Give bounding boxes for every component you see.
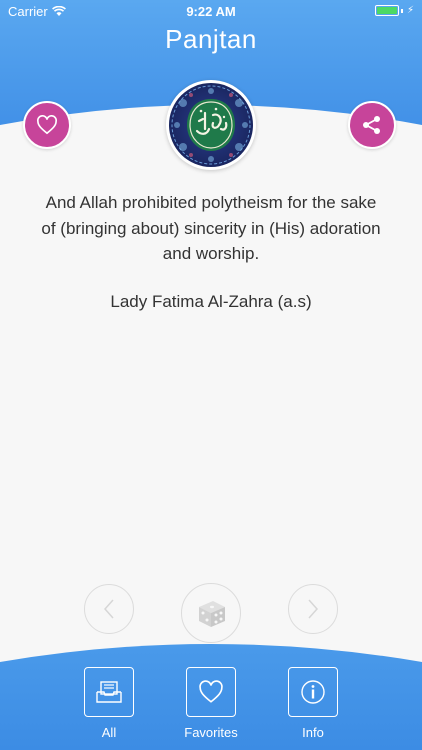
chevron-left-icon <box>103 599 114 619</box>
charging-bolt-icon: ⚡ <box>406 5 414 16</box>
previous-button[interactable] <box>84 584 134 634</box>
tab-info-box <box>288 667 338 717</box>
heart-icon <box>199 680 223 703</box>
tab-all-box <box>84 667 134 717</box>
share-icon <box>363 116 380 134</box>
next-button[interactable] <box>288 584 338 634</box>
status-time: 9:22 AM <box>186 4 236 19</box>
share-button[interactable] <box>348 101 396 149</box>
tab-info[interactable]: Info <box>273 667 353 740</box>
tab-info-label: Info <box>302 725 324 740</box>
battery-icon: ⚡ <box>374 5 414 16</box>
tab-all-label: All <box>101 725 117 740</box>
status-bar: Carrier 9:22 AM ⚡ <box>0 0 422 22</box>
favorite-button[interactable] <box>23 101 71 149</box>
quote-text: And Allah prohibited polytheism for the … <box>41 193 381 263</box>
quote-author: Lady Fatima Al-Zahra (a.s) <box>110 292 312 311</box>
calligraphy-emblem <box>169 83 253 167</box>
chevron-right-icon <box>308 599 319 619</box>
portrait-medallion <box>166 80 256 170</box>
info-icon <box>301 680 325 704</box>
dice-icon <box>199 601 225 627</box>
page-title: Panjtan <box>165 24 257 54</box>
tab-all[interactable]: All <box>69 667 149 740</box>
random-button[interactable] <box>181 583 241 643</box>
heart-icon <box>37 115 57 135</box>
tab-favorites-box <box>186 667 236 717</box>
stack-icon <box>96 681 122 703</box>
tab-favorites-label: Favorites <box>184 725 238 740</box>
tab-favorites[interactable]: Favorites <box>171 667 251 740</box>
